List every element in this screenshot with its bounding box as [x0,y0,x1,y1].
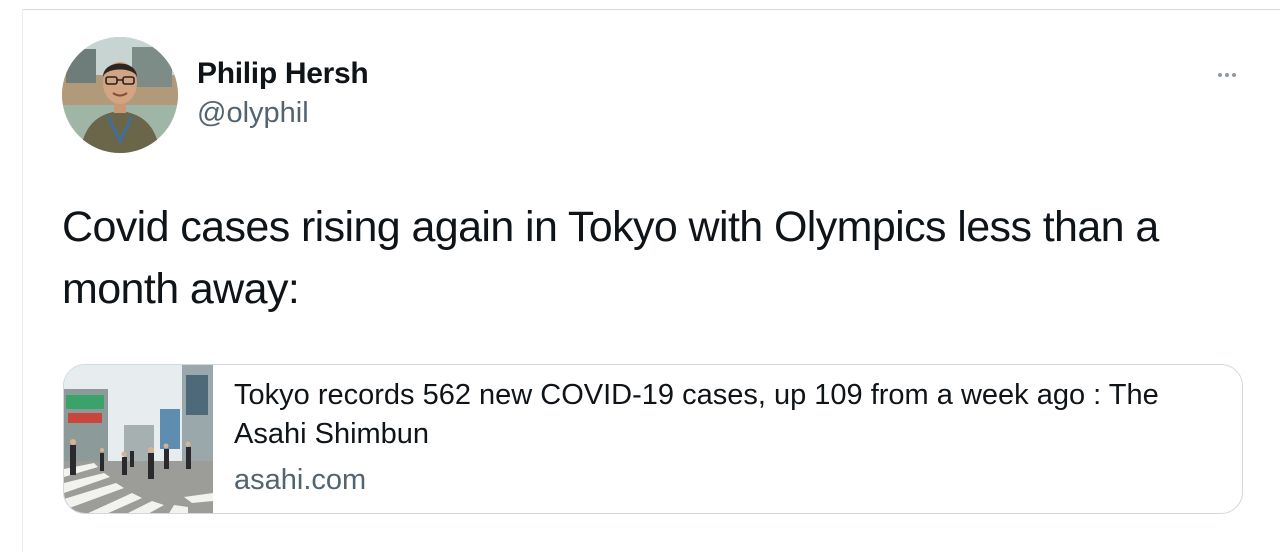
left-border [22,9,23,552]
author-name[interactable]: Philip Hersh [197,57,369,91]
avatar-photo [62,37,178,153]
more-options-icon[interactable] [1208,62,1246,88]
link-card-thumbnail [64,365,213,513]
link-card[interactable]: Tokyo records 562 new COVID-19 cases, up… [63,364,1243,514]
dot [1218,73,1222,77]
link-card-body: Tokyo records 562 new COVID-19 cases, up… [213,365,1194,513]
dot [1225,73,1229,77]
top-divider [22,9,1280,10]
tweet-text: Covid cases rising again in Tokyo with O… [62,203,1159,313]
street-crossing-image [64,365,213,513]
link-card-domain: asahi.com [234,464,367,496]
link-card-title[interactable]: Tokyo records 562 new COVID-19 cases, up… [234,376,1194,454]
dot [1232,73,1236,77]
author-handle[interactable]: @olyphil [197,97,309,130]
avatar[interactable] [62,37,178,153]
